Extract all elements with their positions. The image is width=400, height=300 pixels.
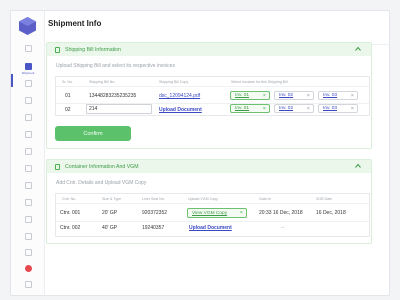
invoice-label: Inv. 01 bbox=[235, 106, 250, 111]
shipping-bill-subtitle: Upload Shipping Bill and select its resp… bbox=[56, 63, 175, 69]
sidebar-item-box[interactable] bbox=[11, 131, 45, 138]
row-divider bbox=[56, 221, 369, 222]
cntr2-gate-in: -- bbox=[281, 225, 285, 231]
close-icon[interactable]: × bbox=[351, 92, 354, 100]
row1-bill-no[interactable]: 13448283235235235 bbox=[89, 93, 136, 99]
row2-invoice-chip[interactable]: Inv. 01 × bbox=[230, 104, 270, 113]
sidebar-item-notification[interactable] bbox=[11, 265, 45, 272]
doc-icon bbox=[24, 97, 32, 104]
col-header-invoices: Select invoices for this Shipping Bill bbox=[231, 80, 288, 84]
truck-icon bbox=[24, 114, 32, 121]
row1-sr: 01 bbox=[65, 93, 71, 99]
invoice-label: Inv. 03 bbox=[323, 106, 338, 111]
close-icon[interactable]: × bbox=[263, 92, 266, 100]
globe-icon bbox=[24, 216, 32, 223]
cntr2-seal: 19240357 bbox=[142, 225, 165, 231]
invoice-label: Inv. 03 bbox=[323, 93, 338, 98]
row1-bill-copy-link[interactable]: dsc_12094124.pdf bbox=[159, 93, 200, 99]
shipping-bill-title: Shipping Bill Information bbox=[65, 46, 121, 53]
sidebar: Shipment bbox=[11, 11, 45, 295]
col-header-vgm: Upload VGM Copy bbox=[188, 197, 218, 201]
logout-icon bbox=[24, 281, 32, 288]
container-table: Cntr. No. Size & Type Liner Seal No. Upl… bbox=[55, 193, 370, 237]
close-icon[interactable]: × bbox=[307, 92, 310, 100]
sidebar-item-doc[interactable] bbox=[11, 97, 45, 104]
sidebar-item-code[interactable] bbox=[11, 165, 45, 172]
confirm-button[interactable]: Confirm bbox=[55, 126, 131, 141]
dollar-icon bbox=[24, 80, 32, 87]
document-icon bbox=[55, 163, 60, 170]
row1-invoice-chip[interactable]: Inv. 03 × bbox=[318, 91, 358, 100]
close-icon[interactable]: × bbox=[307, 105, 310, 113]
shipping-bill-table: Sr. No. Shipping Bill No. Shipping Bill … bbox=[55, 76, 370, 116]
cntr1-no: Ctnr. 001 bbox=[60, 210, 81, 216]
view-vgm-copy-button[interactable]: View VGM Copy × bbox=[187, 208, 247, 218]
close-icon[interactable]: × bbox=[263, 105, 266, 113]
row2-bill-no-input[interactable]: 214 bbox=[86, 104, 152, 114]
col-header-cntr: Cntr. No. bbox=[62, 197, 77, 201]
col-header-sob: SOB Date bbox=[316, 197, 333, 201]
col-header-size: Size & Type bbox=[102, 197, 122, 201]
settings-icon bbox=[24, 199, 32, 206]
shipping-bill-header[interactable]: Shipping Bill Information bbox=[47, 43, 371, 56]
page-title: Shipment Info bbox=[48, 19, 102, 28]
sidebar-item-logout[interactable] bbox=[11, 281, 45, 288]
container-header[interactable]: Container Information And VGM bbox=[47, 160, 371, 173]
cntr1-sob: 16 Dec, 2018 bbox=[316, 210, 346, 216]
sidebar-item-dollar[interactable] bbox=[11, 80, 45, 87]
sidebar-item-list[interactable] bbox=[11, 233, 45, 240]
document-icon bbox=[55, 46, 60, 53]
cntr1-seal: 920372352 bbox=[142, 210, 168, 216]
col-header-bill-copy: Shipping Bill Copy bbox=[159, 80, 189, 84]
close-icon[interactable]: × bbox=[240, 209, 243, 217]
notification-icon bbox=[24, 265, 32, 272]
cntr2-no: Ctnr. 002 bbox=[60, 225, 81, 231]
row2-upload-document-link[interactable]: Upload Document bbox=[159, 107, 202, 113]
sidebar-item-chart[interactable] bbox=[11, 148, 45, 155]
help-icon bbox=[24, 249, 32, 256]
app-logo[interactable] bbox=[19, 17, 36, 35]
container-title: Container Information And VGM bbox=[65, 163, 139, 170]
row2-invoice-chip[interactable]: Inv. 03 × bbox=[318, 104, 358, 113]
cntr1-gate-in: 20:33 16 Dec, 2018 bbox=[259, 210, 303, 216]
invoice-label: Inv. 02 bbox=[279, 106, 294, 111]
col-header-sr: Sr. No. bbox=[62, 80, 73, 84]
col-header-bill-no: Shipping Bill No. bbox=[89, 80, 116, 84]
sidebar-item-truck[interactable] bbox=[11, 114, 45, 121]
row2-sr: 02 bbox=[65, 107, 71, 113]
sidebar-item-globe[interactable] bbox=[11, 216, 45, 223]
row2-invoice-chip[interactable]: Inv. 02 × bbox=[274, 104, 314, 113]
chart-icon bbox=[24, 148, 32, 155]
sidebar-item-shipment[interactable]: Shipment bbox=[11, 63, 45, 75]
invoice-label: Inv. 01 bbox=[235, 93, 250, 98]
sidebar-item-settings[interactable] bbox=[11, 199, 45, 206]
cntr2-upload-document-link[interactable]: Upload Document bbox=[189, 225, 232, 231]
shipment-icon bbox=[24, 63, 32, 70]
sidebar-item-home[interactable] bbox=[11, 45, 45, 52]
home-icon bbox=[24, 45, 32, 52]
invoice-label: Inv. 02 bbox=[279, 93, 294, 98]
row1-invoice-chip[interactable]: Inv. 02 × bbox=[274, 91, 314, 100]
box-icon bbox=[24, 131, 32, 138]
chevron-up-icon[interactable] bbox=[355, 46, 361, 52]
row1-invoice-chip[interactable]: Inv. 01 × bbox=[230, 91, 270, 100]
code-icon bbox=[24, 165, 32, 172]
user-icon bbox=[24, 182, 32, 189]
cntr1-size: 20' GP bbox=[102, 210, 118, 216]
col-header-gate-in: Gate-In bbox=[259, 197, 271, 201]
sidebar-item-help[interactable] bbox=[11, 249, 45, 256]
sidebar-item-user[interactable] bbox=[11, 182, 45, 189]
sidebar-item-label: Shipment bbox=[21, 71, 35, 75]
container-section: Container Information And VGM Add Cntr. … bbox=[46, 159, 372, 244]
vgm-label: View VGM Copy bbox=[192, 210, 228, 216]
chevron-up-icon[interactable] bbox=[355, 163, 361, 169]
container-subtitle: Add Cntr. Details and Upload VGM Copy bbox=[56, 180, 147, 186]
close-icon[interactable]: × bbox=[351, 105, 354, 113]
col-header-seal: Liner Seal No. bbox=[142, 197, 165, 201]
cntr2-size: 40' GP bbox=[102, 225, 118, 231]
list-icon bbox=[24, 233, 32, 240]
